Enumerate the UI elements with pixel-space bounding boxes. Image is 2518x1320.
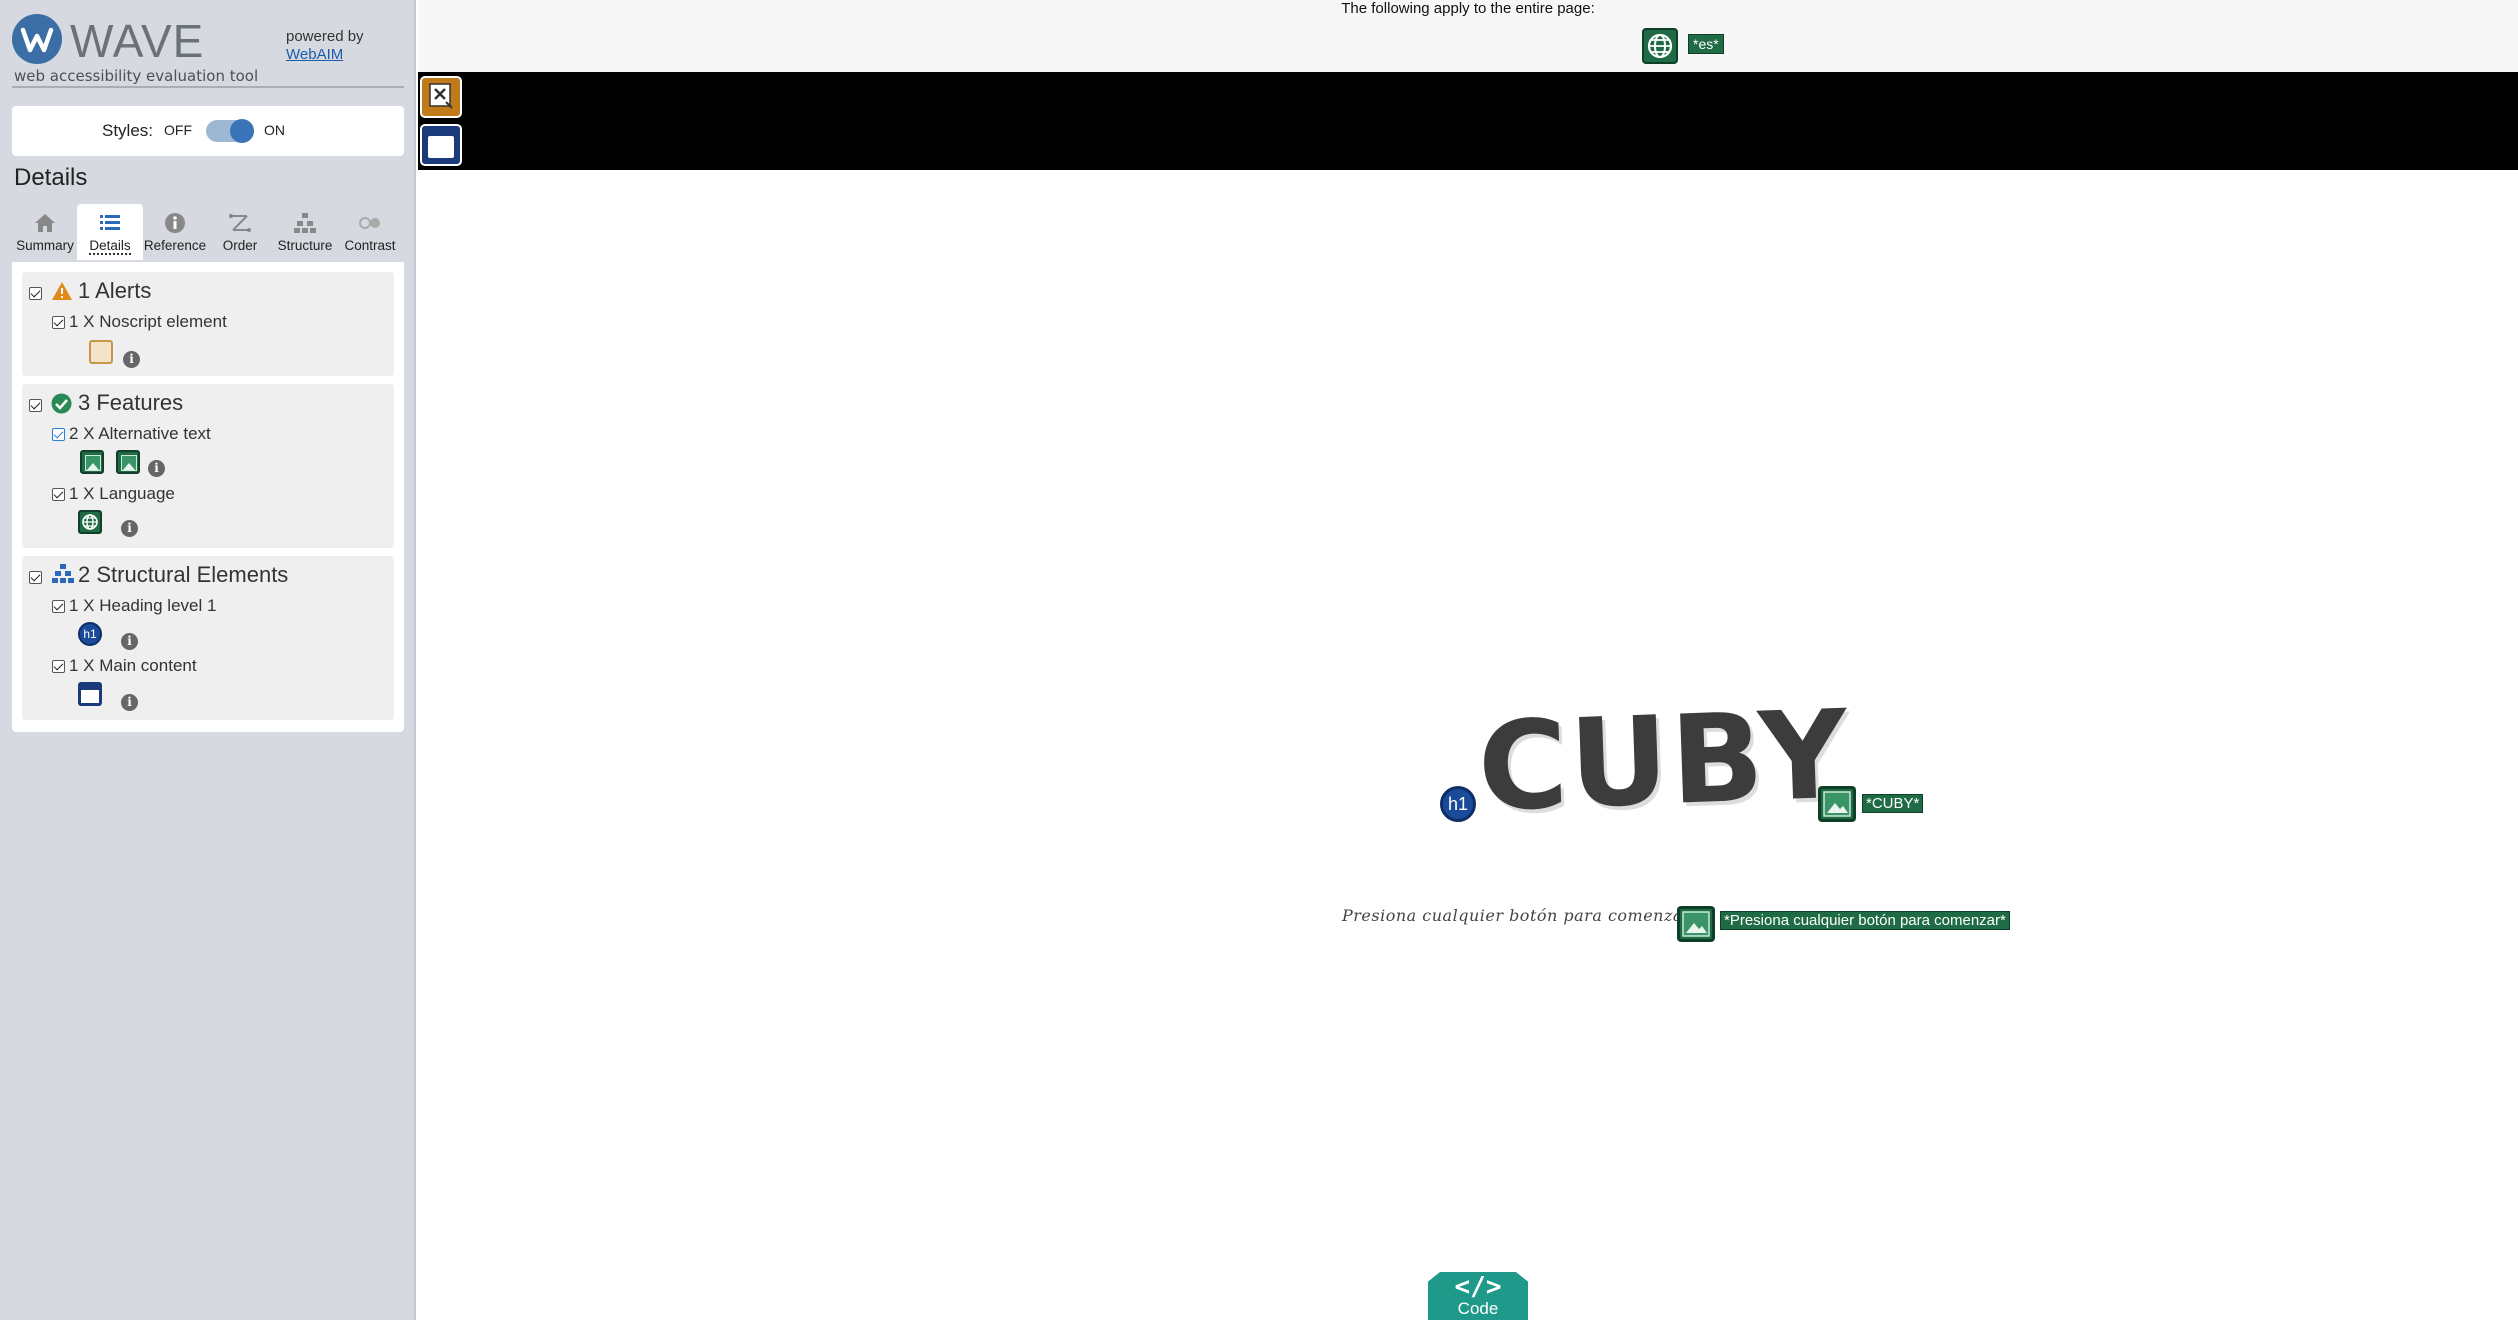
tab-structure[interactable]: Structure	[272, 204, 338, 260]
language-label: 1 X Language	[69, 484, 175, 503]
image-icon	[1823, 791, 1851, 817]
alert-triangle-icon	[52, 282, 72, 300]
tab-details[interactable]: Details	[77, 204, 143, 260]
noscript-checkbox[interactable]	[52, 316, 65, 329]
powered-by: powered by WebAIM	[286, 28, 364, 64]
toggle-knob	[230, 119, 254, 143]
styles-on-label: ON	[264, 122, 285, 138]
alt-text-badge: *Presiona cualquier botón para comenzar*	[1720, 911, 2010, 930]
wave-sidebar: WAVE web accessibility evaluation tool p…	[0, 0, 416, 1320]
alt-text-icon[interactable]	[116, 450, 140, 474]
panel-tabs: Summary Details Reference Order Structur…	[12, 204, 404, 260]
h1-icon[interactable]: h1	[1440, 786, 1476, 822]
alt-text-checkbox[interactable]	[52, 428, 65, 441]
alt-text-icon[interactable]	[1677, 906, 1715, 942]
alt-text-badge: *CUBY*	[1862, 794, 1924, 813]
panel-title: Details	[14, 164, 88, 191]
noscript-icon	[429, 83, 453, 109]
code-button[interactable]: </> Code	[1428, 1272, 1528, 1320]
alerts-title: 1 Alerts	[78, 278, 152, 303]
structural-group: 2 Structural Elements 1 X Heading level …	[22, 556, 394, 720]
tab-label: Contrast	[344, 238, 396, 253]
home-icon	[35, 214, 55, 232]
feature-check-icon	[51, 393, 72, 414]
tab-label: Order	[222, 238, 258, 253]
tab-label: Structure	[277, 238, 333, 253]
tab-reference[interactable]: Reference	[142, 204, 208, 260]
structure-icon	[52, 564, 74, 583]
alt-text-label: 2 X Alternative text	[69, 424, 211, 443]
alt-text-icon[interactable]	[1818, 786, 1856, 822]
main-content-label: 1 X Main content	[69, 656, 197, 675]
logo-row: WAVE web accessibility evaluation tool p…	[12, 12, 404, 88]
tab-label: Details	[89, 238, 131, 255]
h1-icon[interactable]: h1	[78, 622, 102, 646]
main-content-icon[interactable]	[420, 124, 462, 166]
info-icon[interactable]: i	[148, 460, 165, 477]
list-icon	[100, 215, 120, 230]
code-label: Code	[1457, 1299, 1499, 1318]
page-level-bar: The following apply to the entire page: …	[418, 0, 2518, 72]
tab-contrast[interactable]: Contrast	[337, 204, 403, 260]
language-icon[interactable]	[78, 510, 102, 534]
info-icon[interactable]: i	[121, 694, 138, 711]
wave-tagline: web accessibility evaluation tool	[14, 67, 259, 85]
styles-off-label: OFF	[164, 122, 192, 138]
page-header-band	[418, 72, 2518, 170]
info-icon	[165, 213, 185, 233]
wave-logo-text: WAVE	[70, 15, 205, 67]
globe-icon	[82, 514, 98, 530]
webaim-link[interactable]: WebAIM	[286, 46, 343, 63]
language-icon[interactable]	[1642, 28, 1678, 64]
tab-summary[interactable]: Summary	[12, 204, 78, 260]
noscript-icon[interactable]	[89, 340, 113, 364]
main-content-glyph	[428, 136, 454, 158]
structural-title: 2 Structural Elements	[78, 562, 289, 587]
page-level-text: The following apply to the entire page:	[1341, 0, 1595, 17]
main-content-checkbox[interactable]	[52, 660, 65, 673]
styles-toggle-box: Styles: OFF ON	[12, 106, 404, 156]
alerts-group: 1 Alerts 1 X Noscript element i	[22, 272, 394, 376]
features-title: 3 Features	[78, 390, 184, 415]
wave-logo-icon	[12, 14, 62, 64]
main-content-icon[interactable]	[78, 682, 102, 706]
contrast-icon	[359, 217, 380, 229]
noscript-label: 1 X Noscript element	[69, 312, 227, 331]
info-icon[interactable]: i	[123, 351, 140, 368]
styles-toggle[interactable]	[206, 119, 254, 143]
press-any-button-image: Presiona cualquier botón para comenzar	[1342, 906, 1692, 925]
heading-checkbox[interactable]	[52, 600, 65, 613]
tab-label: Summary	[16, 238, 74, 253]
order-icon	[229, 214, 251, 232]
structural-checkbox[interactable]	[29, 571, 42, 584]
info-icon[interactable]: i	[121, 633, 138, 650]
code-icon: </>	[1454, 1272, 1502, 1302]
language-badge: *es*	[1688, 34, 1724, 54]
details-panel: 1 Alerts 1 X Noscript element i 3 Featur…	[12, 262, 404, 732]
info-icon[interactable]: i	[121, 520, 138, 537]
styles-label: Styles:	[102, 121, 154, 140]
heading-label: 1 X Heading level 1	[69, 596, 217, 615]
alt-text-icon[interactable]	[80, 450, 104, 474]
image-icon	[1682, 911, 1710, 937]
structure-icon	[294, 213, 316, 233]
features-checkbox[interactable]	[29, 399, 42, 412]
page-heading-image: CUBY	[1475, 683, 1852, 839]
tab-label: Reference	[143, 238, 207, 253]
features-group: 3 Features 2 X Alternative text i 1 X La…	[22, 384, 394, 548]
language-checkbox[interactable]	[52, 488, 65, 501]
alerts-checkbox[interactable]	[29, 287, 42, 300]
noscript-alert-icon[interactable]	[420, 76, 462, 118]
tab-order[interactable]: Order	[207, 204, 273, 260]
powered-by-text: powered by	[286, 28, 364, 45]
globe-icon	[1647, 33, 1673, 59]
